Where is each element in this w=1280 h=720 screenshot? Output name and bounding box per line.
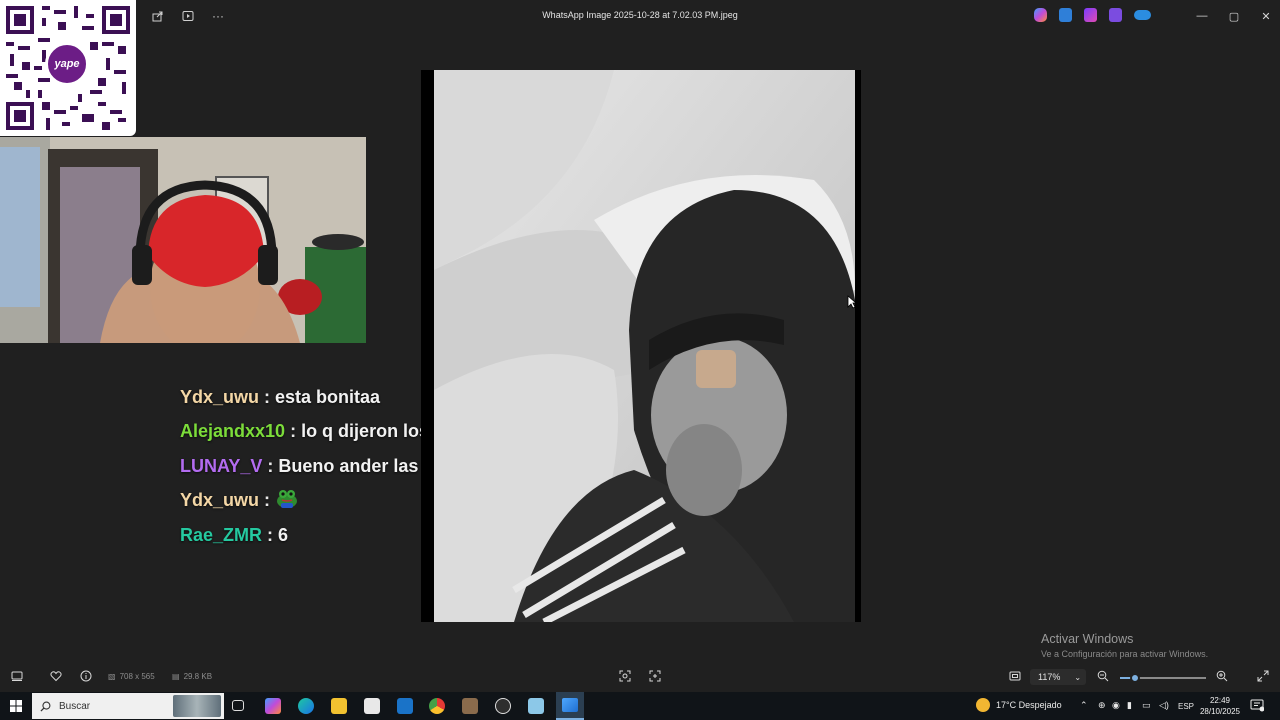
photos-taskbar-button[interactable] [556, 692, 584, 720]
chat-username: Ydx_uwu [180, 490, 260, 511]
file-size-text: 29.8 KB [183, 672, 213, 681]
search-highlight-image [173, 695, 221, 717]
file-size: ▤ 29.8 KB [172, 672, 212, 681]
displayed-photo[interactable] [434, 70, 855, 622]
activate-windows-title: Activar Windows [1041, 632, 1134, 646]
dimensions-icon: ▧ [108, 672, 116, 681]
title-bar: ··· WhatsApp Image 2025-10-28 at 7.02.03… [0, 0, 1280, 32]
favorite-heart-icon[interactable] [50, 670, 62, 682]
chat-username: LUNAY_V [180, 455, 263, 476]
tray-app-icon[interactable]: ⊕ [1098, 700, 1106, 711]
file-info-icon[interactable] [80, 670, 92, 682]
weather-text[interactable]: 17°C Despejado [996, 700, 1062, 710]
chrome-icon[interactable] [429, 698, 445, 714]
close-button[interactable]: ✕ [1250, 6, 1280, 26]
fit-to-window-icon[interactable] [1009, 670, 1021, 682]
input-language[interactable]: ESP [1178, 702, 1194, 711]
paint-icon[interactable] [1059, 8, 1072, 22]
photos-icon [562, 698, 578, 712]
copilot-icon[interactable] [1034, 8, 1047, 22]
chat-separator: : [267, 524, 274, 545]
emoji-sticker [696, 350, 736, 388]
zoom-out-icon[interactable] [1097, 670, 1109, 682]
chat-text: 6 [278, 524, 289, 545]
image-dimensions: ▧ 708 x 565 [108, 672, 155, 681]
designer-icon[interactable] [1109, 8, 1122, 22]
filmstrip-icon[interactable] [11, 670, 23, 682]
mouse-cursor-icon [847, 295, 857, 309]
outlook-icon[interactable] [397, 698, 413, 714]
photos-viewer-window: ··· WhatsApp Image 2025-10-28 at 7.02.03… [0, 0, 1280, 720]
zoom-slider-thumb[interactable] [1130, 673, 1141, 683]
system-clock[interactable]: 22:49 28/10/2025 [1196, 695, 1244, 717]
window-controls: — ▢ ✕ [1186, 6, 1280, 26]
chat-username: Alejandxx10 [180, 421, 286, 442]
webcam-image [0, 137, 366, 343]
zoom-value: 117% [1038, 672, 1061, 682]
chat-username: Rae_ZMR [180, 524, 263, 545]
obs-studio-icon[interactable] [495, 698, 511, 714]
copilot-taskbar-icon[interactable] [265, 698, 281, 714]
webcam-feed [0, 137, 366, 343]
volume-icon[interactable]: ◁) [1159, 700, 1169, 711]
onedrive-icon[interactable] [1134, 10, 1151, 20]
zoom-in-icon[interactable] [1216, 670, 1228, 682]
zoom-dropdown[interactable]: 117% ⌄ [1030, 669, 1086, 685]
chat-separator: : [264, 490, 271, 511]
zoom-slider[interactable] [1120, 673, 1206, 683]
clock-time: 22:49 [1209, 696, 1231, 705]
microphone-icon[interactable]: ▮ [1127, 700, 1132, 711]
windows-logo-icon [10, 700, 22, 712]
microsoft-store-icon[interactable] [364, 698, 380, 714]
taskbar-search-box[interactable]: Buscar [32, 693, 224, 719]
chevron-down-icon: ⌄ [1074, 672, 1082, 682]
photo-image [434, 70, 855, 622]
show-hidden-icons-icon[interactable]: ⌃ [1080, 700, 1088, 711]
chat-separator: : [267, 455, 274, 476]
weather-moon-icon[interactable] [976, 698, 990, 712]
file-size-icon: ▤ [172, 672, 180, 681]
activate-windows-watermark: Activar Windows Ve a Configuración para … [1041, 632, 1208, 659]
clock-date: 28/10/2025 [1199, 707, 1241, 716]
search-placeholder: Buscar [59, 700, 91, 712]
tray-obs-icon[interactable]: ◉ [1112, 700, 1120, 711]
start-button[interactable] [0, 692, 32, 720]
maximize-button[interactable]: ▢ [1218, 6, 1250, 26]
edge-icon[interactable] [298, 698, 314, 714]
notepad-icon[interactable] [528, 698, 544, 714]
chat-separator: : [264, 386, 271, 407]
box-app-icon[interactable] [462, 698, 478, 714]
search-icon [40, 701, 51, 712]
chat-text: esta bonitaa [275, 386, 381, 407]
network-icon[interactable]: ▭ [1142, 700, 1151, 711]
task-view-icon[interactable] [232, 700, 244, 711]
clipchamp-icon[interactable] [1084, 8, 1097, 22]
chat-username: Ydx_uwu [180, 386, 260, 407]
file-explorer-icon[interactable] [331, 698, 347, 714]
activate-windows-subtitle: Ve a Configuración para activar Windows. [1041, 649, 1209, 659]
yape-qr-code: yape [0, 0, 136, 136]
chat-separator: : [290, 421, 297, 442]
visual-search-icon[interactable] [619, 670, 631, 682]
notification-center-icon[interactable] [1250, 698, 1266, 714]
minimize-button[interactable]: — [1186, 6, 1218, 26]
viewer-bottom-toolbar: ▧ 708 x 565 ▤ 29.8 KB 117% ⌄ [0, 662, 1280, 692]
dimensions-text: 708 x 565 [119, 672, 155, 681]
windows-taskbar: Buscar 17°C Despejado ⌃ ⊕ ◉ ▮ ▭ ◁) ESP 2… [0, 692, 1280, 720]
title-bar-app-icons [1034, 8, 1151, 22]
crop-select-icon[interactable] [649, 670, 661, 682]
full-screen-icon[interactable] [1257, 670, 1269, 682]
yape-logo: yape [45, 42, 89, 86]
frog-emote-icon [275, 487, 299, 514]
